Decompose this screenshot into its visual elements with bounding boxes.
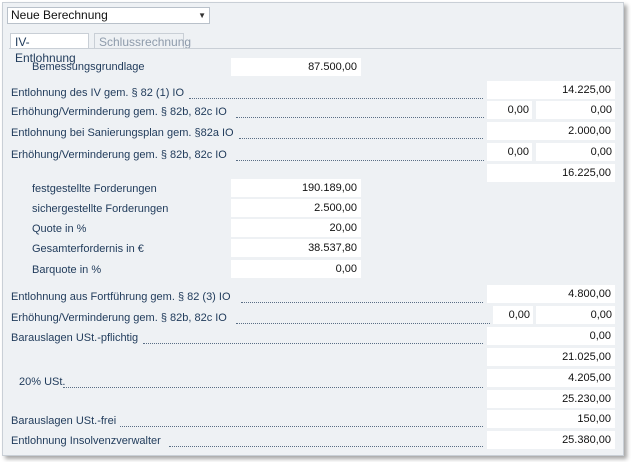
leader-dots [236,323,490,324]
barauslagen-frei-value[interactable]: 150,00 [487,410,615,428]
leader-dots [63,387,483,388]
sanierungsplan-label: Entlohnung bei Sanierungsplan gem. §82a … [11,127,234,139]
barauslagen-frei-label: Barauslagen USt.-frei [11,415,117,427]
leader-dots [236,160,484,161]
calculation-select[interactable]: Neue Berechnung ▼ [7,7,210,24]
calculation-select-value: Neue Berechnung [11,8,108,22]
leader-dots [239,138,483,139]
sichergestellte-label: sichergestellte Forderungen [32,203,169,215]
leader-dots [120,426,483,427]
ust-label: 20% USt. [19,376,66,388]
gesamterfordernis-label: Gesamterfordernis in € [32,243,144,255]
leader-dots [143,343,483,344]
erhoehung-1-percent[interactable]: 0,00 [487,101,532,119]
calculation-panel: Neue Berechnung ▼ IV-Entlohnung Schlussr… [2,2,624,456]
zwischensumme-1-value[interactable]: 16.225,00 [487,164,615,182]
barquote-label: Barquote in % [32,264,102,276]
erhoehung-3-label: Erhöhung/Verminderung gem. § 82b, 82c IO [11,312,227,324]
barauslagen-pflichtig-label: Barauslagen USt.-pflichtig [11,332,139,344]
sichergestellte-field[interactable]: 2.500,00 [231,199,361,217]
entlohnung-iv-label: Entlohnung des IV gem. § 82 (1) IO [11,87,185,99]
fortfuehrung-label: Entlohnung aus Fortführung gem. § 82 (3)… [11,291,231,303]
gesamterfordernis-field[interactable]: 38.537,80 [231,239,361,257]
erhoehung-2-label: Erhöhung/Verminderung gem. § 82b, 82c IO [11,149,227,161]
erhoehung-3-percent[interactable]: 0,00 [493,306,533,324]
entlohnung-verwalter-value[interactable]: 25.380,00 [487,431,615,449]
erhoehung-3-value[interactable]: 0,00 [536,306,615,324]
bemessungsgrundlage-label: Bemessungsgrundlage [32,61,145,73]
tab-iv-entlohnung[interactable]: IV-Entlohnung [10,33,89,65]
leader-dots [169,446,483,447]
tab-divider [9,48,621,49]
erhoehung-2-value[interactable]: 0,00 [536,143,615,161]
leader-dots [241,302,483,303]
festgestellte-label: festgestellte Forderungen [32,183,157,195]
erhoehung-2-percent[interactable]: 0,00 [487,143,532,161]
leader-dots [236,117,484,118]
entlohnung-iv-value[interactable]: 14.225,00 [487,81,615,99]
erhoehung-1-value[interactable]: 0,00 [536,101,615,119]
barauslagen-pflichtig-value[interactable]: 0,00 [487,327,615,345]
zwischensumme-3-value[interactable]: 25.230,00 [487,390,615,408]
quote-field[interactable]: 20,00 [231,219,361,237]
leader-dots [189,98,483,99]
ust-value[interactable]: 4.205,00 [487,369,615,387]
quote-label: Quote in % [32,223,87,235]
erhoehung-1-label: Erhöhung/Verminderung gem. § 82b, 82c IO [11,106,227,118]
entlohnung-verwalter-label: Entlohnung Insolvenzverwalter [11,435,161,447]
sanierungsplan-value[interactable]: 2.000,00 [487,122,615,140]
zwischensumme-2-value[interactable]: 21.025,00 [487,348,615,366]
fortfuehrung-value[interactable]: 4.800,00 [487,285,615,303]
tab-schlussrechnung[interactable]: Schlussrechnung [94,33,191,49]
bemessungsgrundlage-field[interactable]: 87.500,00 [231,58,361,76]
chevron-down-icon[interactable]: ▼ [198,8,206,23]
festgestellte-field[interactable]: 190.189,00 [231,179,361,197]
barquote-field[interactable]: 0,00 [231,260,361,278]
